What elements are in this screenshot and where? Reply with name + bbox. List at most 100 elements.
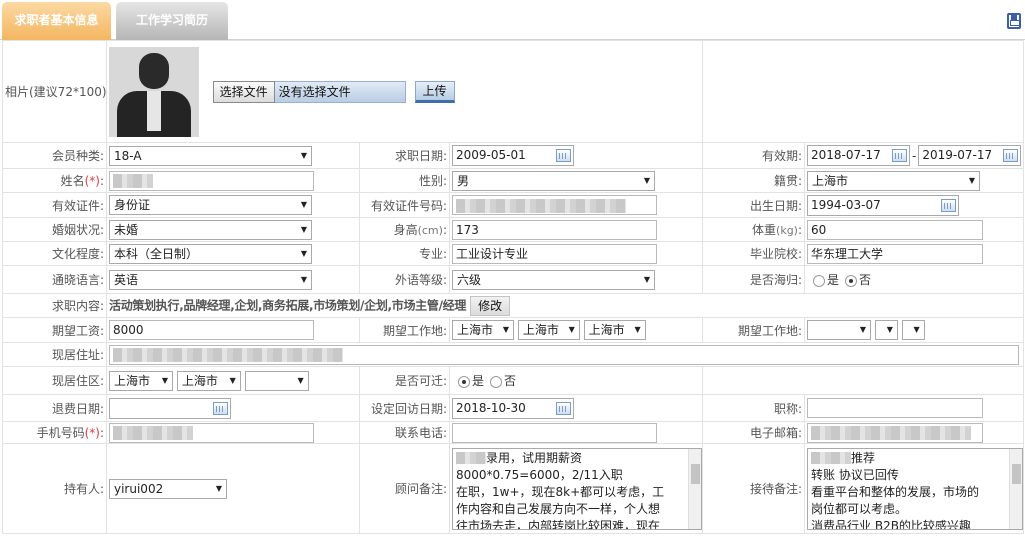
photo-label: 相片(建议72*100): [2, 40, 107, 143]
birth-date-input[interactable]: 1994-03-07 [807, 194, 960, 216]
expected-location-1-label: 期望工作地: [359, 317, 450, 343]
reception-note-textarea[interactable]: 推荐 转账 协议已回传 看重平台和整体的发展，市场的 岗位都可以考虑。 消费品行… [807, 447, 1023, 530]
tab-basic-info[interactable]: 求职者基本信息 [2, 2, 111, 40]
redacted-text [113, 348, 343, 362]
choose-file-button[interactable]: 选择文件 [212, 80, 275, 103]
chevron-down-icon: ▼ [634, 325, 641, 334]
textarea-scrollbar[interactable] [1009, 448, 1023, 529]
callback-date-input[interactable]: 2018-10-30 [452, 397, 574, 419]
gender-label: 性别: [359, 168, 450, 193]
empty-cell [702, 366, 1025, 395]
modify-job-intent-button[interactable]: 修改 [470, 295, 511, 316]
row-education: 文化程度: 本科（全日制） ▼ 专业: 工业设计专业 毕业院校: 华东理工大学 [2, 241, 1025, 266]
mobile-label-text: 手机号码 [36, 426, 85, 440]
note-line: 消费品行业 B2B的比较感兴趣 [811, 518, 971, 530]
calendar-icon[interactable] [556, 401, 571, 415]
expected-province-2-select[interactable]: ▼ [807, 320, 872, 340]
name-input[interactable] [109, 170, 314, 191]
height-unit: (cm) [417, 224, 443, 237]
relocate-no-radio[interactable] [490, 375, 503, 388]
gender-select[interactable]: 男 ▼ [452, 170, 655, 191]
residence-province-select[interactable]: 上海市 ▼ [109, 370, 173, 391]
weight-input[interactable]: 60 [807, 219, 984, 240]
chevron-down-icon: ▼ [300, 224, 307, 234]
row-member-type: 会员种类: 18-A ▼ 求职日期: 2009-05-01 有效期: 2018-0… [2, 142, 1025, 169]
tab-work-study-resume[interactable]: 工作学习简历 [116, 2, 228, 40]
note-line: 看重平台和整体的发展，市场的 [811, 484, 980, 499]
relocate-yes-radio[interactable] [458, 375, 470, 388]
education-select[interactable]: 本科（全日制） ▼ [109, 243, 312, 264]
expected-province-select[interactable]: 上海市 ▼ [452, 320, 514, 340]
apply-date-input[interactable]: 2009-05-01 [452, 145, 574, 166]
note-line: 岗位都可以考虑。 [811, 501, 908, 516]
valid-end-input[interactable]: 2019-07-17 [918, 145, 1022, 166]
returnee-no-radio[interactable] [845, 274, 858, 287]
owner-select[interactable]: yirui002 ▼ [109, 478, 227, 499]
job-intent-value: 活动策划执行,品牌经理,企划,商务拓展,市场策划/企划,市场主管/经理 [109, 298, 467, 312]
textarea-scrollbar[interactable] [688, 448, 701, 529]
expected-city-2-select[interactable]: ▼ [874, 320, 898, 340]
id-number-input[interactable] [452, 195, 657, 215]
row-contact: 手机号码(*): 联系电话: 电子邮箱: [2, 421, 1025, 444]
name-label: 姓名(*): [2, 168, 107, 193]
residence-district-select[interactable]: ▼ [244, 370, 309, 391]
calendar-icon[interactable] [213, 401, 228, 415]
residence-city-select[interactable]: 上海市 ▼ [176, 370, 241, 391]
language-select[interactable]: 英语 ▼ [109, 269, 312, 290]
birth-date-label: 出生日期: [702, 192, 806, 218]
height-input[interactable]: 173 [452, 219, 657, 240]
native-place-select[interactable]: 上海市 ▼ [807, 170, 981, 191]
member-type-select[interactable]: 18-A ▼ [109, 145, 312, 166]
valid-start-input[interactable]: 2018-07-17 [807, 145, 911, 166]
member-type-value: 18-A [114, 148, 142, 163]
chevron-down-icon: ▼ [300, 274, 307, 284]
row-marital: 婚姻状况: 未婚 ▼ 身高(cm): 173 体重(kg): 60 [2, 217, 1025, 242]
chevron-down-icon: ▼ [215, 483, 222, 493]
title-input[interactable] [807, 398, 984, 418]
mobile-input[interactable] [109, 422, 314, 443]
expected-district-2-select[interactable]: ▼ [901, 320, 925, 340]
phone-label: 联系电话: [359, 421, 450, 444]
valid-period-label: 有效期: [702, 142, 806, 169]
expected-district-select[interactable]: 上海市 ▼ [583, 320, 646, 340]
redacted-text [113, 426, 193, 440]
relocate-yes-label: 是 [472, 374, 485, 388]
title-label: 职称: [702, 394, 806, 422]
relocate-label: 是否可迁: [359, 366, 450, 395]
row-notes: 持有人: yirui002 ▼ 顾问备注: 录用，试用期薪资 8000*0.75=… [2, 443, 1025, 534]
chevron-down-icon: ▼ [161, 375, 168, 385]
chevron-down-icon: ▼ [300, 150, 307, 160]
phone-input[interactable] [452, 422, 657, 443]
valid-start-value: 2018-07-17 [811, 148, 881, 162]
row-language: 通晓语言: 英语 ▼ 外语等级: 六级 ▼ 是否海归: 是 否 [2, 265, 1025, 294]
relocate-no-label: 否 [504, 374, 517, 388]
returnee-yes-radio[interactable] [813, 274, 826, 287]
address-input[interactable] [109, 344, 1019, 365]
save-disk-icon[interactable] [1007, 13, 1021, 29]
foreign-level-select[interactable]: 六级 ▼ [452, 269, 655, 290]
calendar-icon[interactable] [892, 149, 908, 162]
refund-date-input[interactable] [109, 397, 231, 419]
expected-city-select[interactable]: 上海市 ▼ [517, 320, 580, 340]
major-input[interactable]: 工业设计专业 [452, 243, 657, 264]
school-label: 毕业院校: [702, 241, 806, 266]
row-residence: 现居住区: 上海市 ▼ 上海市 ▼ ▼ 是否可迁: 是 否 [2, 366, 1025, 395]
apply-date-label: 求职日期: [359, 142, 450, 169]
residence-province-value: 上海市 [114, 373, 151, 388]
tab-bar: 求职者基本信息 工作学习简历 [0, 0, 1025, 40]
upload-button[interactable]: 上传 [414, 80, 455, 103]
consultant-note-textarea[interactable]: 录用，试用期薪资 8000*0.75=6000，2/11入职 在职，1w+，现在… [452, 447, 702, 530]
school-input[interactable]: 华东理工大学 [807, 243, 984, 264]
email-input[interactable] [807, 422, 984, 443]
marital-select[interactable]: 未婚 ▼ [109, 219, 312, 240]
id-type-select[interactable]: 身份证 ▼ [109, 195, 312, 215]
date-range-separator: - [912, 148, 917, 163]
expected-salary-input[interactable]: 8000 [109, 320, 314, 340]
mobile-label: 手机号码(*): [2, 421, 107, 444]
expected-province-value: 上海市 [457, 323, 494, 337]
calendar-icon[interactable] [1003, 149, 1019, 162]
row-address: 现居住址: [2, 342, 1025, 367]
calendar-icon[interactable] [941, 198, 957, 212]
owner-label: 持有人: [2, 443, 107, 534]
calendar-icon[interactable] [556, 149, 571, 162]
